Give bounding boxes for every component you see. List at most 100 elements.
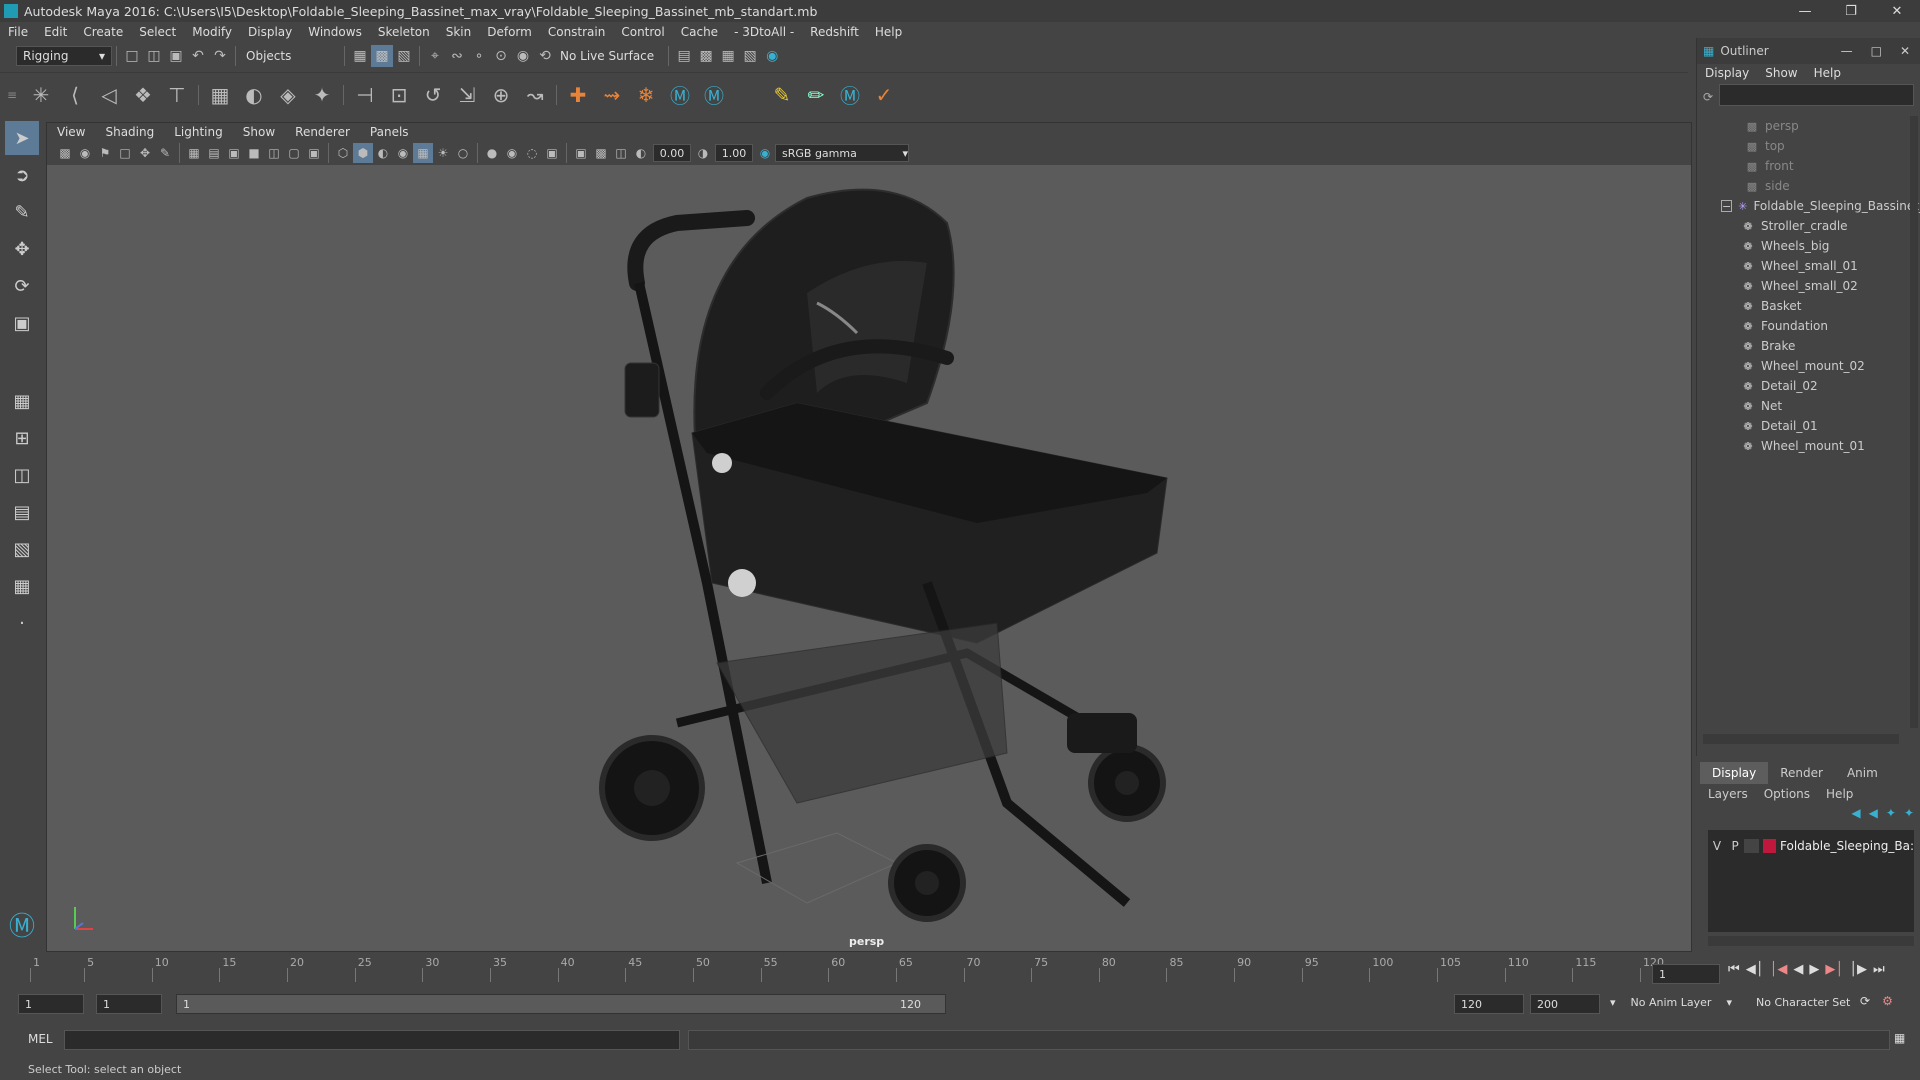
lasso-tool-icon[interactable]: ➲ bbox=[5, 158, 39, 192]
restore-icon[interactable]: ❐ bbox=[1828, 0, 1874, 22]
anti-aliasing-icon[interactable]: ◌ bbox=[522, 143, 542, 163]
shelf-options-icon[interactable]: ≡ bbox=[0, 88, 24, 102]
outliner-horizontal-scrollbar[interactable] bbox=[1703, 734, 1899, 744]
wrap-icon[interactable]: ✦ bbox=[305, 78, 339, 112]
step-back-key-icon[interactable]: │◀ bbox=[1770, 962, 1788, 977]
character-set-dropdown[interactable]: No Character Set bbox=[1756, 996, 1850, 1009]
menu-create[interactable]: Create bbox=[75, 25, 131, 39]
depth-of-field-icon[interactable]: ▣ bbox=[542, 143, 562, 163]
layer-row[interactable]: V P Foldable_Sleeping_Ba: bbox=[1708, 836, 1914, 856]
outliner-child[interactable]: ❁ Wheel_mount_01 bbox=[1697, 436, 1905, 456]
layer-name[interactable]: Foldable_Sleeping_Ba: bbox=[1780, 839, 1914, 853]
lattice-icon[interactable]: ▦ bbox=[203, 78, 237, 112]
use-lights-icon[interactable]: ☀ bbox=[433, 143, 453, 163]
outliner-child[interactable]: ❁ Foundation bbox=[1697, 316, 1905, 336]
layer-menu-layers[interactable]: Layers bbox=[1700, 787, 1756, 801]
step-forward-icon[interactable]: │▶ bbox=[1849, 962, 1867, 977]
blank-shelf-icon[interactable] bbox=[731, 78, 765, 112]
snap-curve-icon[interactable]: ∾ bbox=[446, 45, 468, 67]
joint-tool-icon[interactable]: ✳ bbox=[24, 78, 58, 112]
outliner-child[interactable]: ❁ Stroller_cradle bbox=[1697, 216, 1905, 236]
safe-action-icon[interactable]: ▢ bbox=[284, 143, 304, 163]
wire-icon[interactable]: ◈ bbox=[271, 78, 305, 112]
paint-weights-icon[interactable]: ✎ bbox=[765, 78, 799, 112]
layer-display-type[interactable] bbox=[1744, 839, 1759, 853]
outliner-search-input[interactable] bbox=[1719, 84, 1914, 106]
layer-menu-options[interactable]: Options bbox=[1756, 787, 1818, 801]
move-tool-icon[interactable]: ✥ bbox=[5, 232, 39, 266]
outliner-camera[interactable]: ▩ persp bbox=[1697, 116, 1905, 136]
step-back-icon[interactable]: ◀│ bbox=[1746, 962, 1764, 977]
tab-render[interactable]: Render bbox=[1768, 762, 1835, 784]
select-object-icon[interactable]: ▩ bbox=[371, 45, 393, 67]
menu-select[interactable]: Select bbox=[131, 25, 184, 39]
auto-key-icon[interactable]: ⟳ bbox=[1860, 994, 1870, 1008]
render-view-icon[interactable]: ▤ bbox=[673, 45, 695, 67]
undo-icon[interactable]: ↶ bbox=[187, 45, 209, 67]
grease-pencil-icon[interactable]: ✎ bbox=[155, 143, 175, 163]
outliner-vertical-scrollbar[interactable] bbox=[1910, 116, 1918, 728]
bookmark-icon[interactable]: ⚑ bbox=[95, 143, 115, 163]
pole-vector-icon[interactable]: ↝ bbox=[518, 78, 552, 112]
tab-display[interactable]: Display bbox=[1700, 762, 1769, 784]
vp-menu-lighting[interactable]: Lighting bbox=[164, 125, 233, 139]
open-scene-icon[interactable]: ◫ bbox=[143, 45, 165, 67]
new-layer-selected-icon[interactable]: ✦ bbox=[1904, 806, 1914, 820]
wireframe-on-shaded-icon[interactable]: ◐ bbox=[373, 143, 393, 163]
outliner-child[interactable]: ❁ Brake bbox=[1697, 336, 1905, 356]
menu-windows[interactable]: Windows bbox=[300, 25, 370, 39]
outliner-camera[interactable]: ▩ front bbox=[1697, 156, 1905, 176]
animation-prefs-icon[interactable]: ⚙ bbox=[1882, 994, 1893, 1008]
resolution-gate-icon[interactable]: ▣ bbox=[224, 143, 244, 163]
wireframe-icon[interactable]: ⬡ bbox=[333, 143, 353, 163]
grid-icon[interactable]: ▦ bbox=[184, 143, 204, 163]
command-lang-label[interactable]: MEL bbox=[28, 1032, 53, 1046]
gamma-icon[interactable]: ◑ bbox=[693, 143, 713, 163]
vp-menu-panels[interactable]: Panels bbox=[360, 125, 419, 139]
gamma-field[interactable]: 1.00 bbox=[715, 144, 753, 162]
menu-redshift[interactable]: Redshift bbox=[802, 25, 867, 39]
menu-display[interactable]: Display bbox=[240, 25, 300, 39]
close-icon[interactable]: ✕ bbox=[1900, 44, 1910, 58]
safe-title-icon[interactable]: ▣ bbox=[304, 143, 324, 163]
selection-mode-dropdown[interactable]: Objects bbox=[240, 46, 340, 66]
ol-menu-show[interactable]: Show bbox=[1757, 66, 1805, 80]
color-space-dropdown[interactable]: sRGB gamma ▾ bbox=[775, 144, 909, 162]
current-frame-field[interactable]: 1 bbox=[1652, 964, 1720, 984]
minimize-icon[interactable]: — bbox=[1782, 0, 1828, 22]
exposure-field[interactable]: 0.00 bbox=[653, 144, 691, 162]
layer-playback-toggle[interactable]: P bbox=[1726, 839, 1744, 853]
snap-grid-icon[interactable]: ⌖ bbox=[424, 45, 446, 67]
outliner-camera[interactable]: ▩ side bbox=[1697, 176, 1905, 196]
go-to-end-icon[interactable]: ⏭ bbox=[1873, 962, 1885, 977]
menu-deform[interactable]: Deform bbox=[479, 25, 540, 39]
ik-handle-icon[interactable]: ⟨ bbox=[58, 78, 92, 112]
go-to-start-icon[interactable]: ⏮ bbox=[1728, 962, 1740, 977]
step-forward-key-icon[interactable]: ▶│ bbox=[1825, 962, 1843, 977]
collapse-icon[interactable]: − bbox=[1721, 200, 1733, 213]
layout-single-icon[interactable]: ▦ bbox=[5, 384, 39, 418]
play-backward-icon[interactable]: ◀ bbox=[1793, 962, 1803, 977]
select-hierarchy-icon[interactable]: ▦ bbox=[349, 45, 371, 67]
time-slider[interactable]: 1 5 10 15 20 25 30 35 40 45 50 55 60 65 70 75 80 85 90 95 10… bbox=[24, 956, 1692, 986]
menu-3dtoall[interactable]: - 3DtoAll - bbox=[726, 25, 802, 39]
range-slider[interactable]: 1 120 bbox=[176, 994, 946, 1014]
layout-more-icon[interactable]: · bbox=[5, 606, 39, 640]
outliner-group[interactable]: − ✳ Foldable_Sleeping_Bassinet_ bbox=[1697, 196, 1920, 216]
vp-menu-renderer[interactable]: Renderer bbox=[285, 125, 360, 139]
ol-menu-display[interactable]: Display bbox=[1697, 66, 1757, 80]
render-frame-icon[interactable]: ▩ bbox=[695, 45, 717, 67]
menu-skin[interactable]: Skin bbox=[438, 25, 480, 39]
paint-select-icon[interactable]: ✎ bbox=[5, 195, 39, 229]
select-component-icon[interactable]: ▧ bbox=[393, 45, 415, 67]
playback-end-field[interactable]: 120 bbox=[1454, 994, 1524, 1014]
outliner-child[interactable]: ❁ Detail_02 bbox=[1697, 376, 1905, 396]
ambient-occlusion-icon[interactable]: ● bbox=[482, 143, 502, 163]
redo-icon[interactable]: ↷ bbox=[209, 45, 231, 67]
smooth-shade-icon[interactable]: ⬢ bbox=[353, 143, 373, 163]
move-layer-down-icon[interactable]: ◀ bbox=[1869, 806, 1878, 820]
xray-active-icon[interactable]: ◫ bbox=[611, 143, 631, 163]
layout-graph-icon[interactable]: ▧ bbox=[5, 532, 39, 566]
live-surface-label[interactable]: No Live Surface bbox=[560, 49, 654, 63]
play-forward-icon[interactable]: ▶ bbox=[1809, 962, 1819, 977]
